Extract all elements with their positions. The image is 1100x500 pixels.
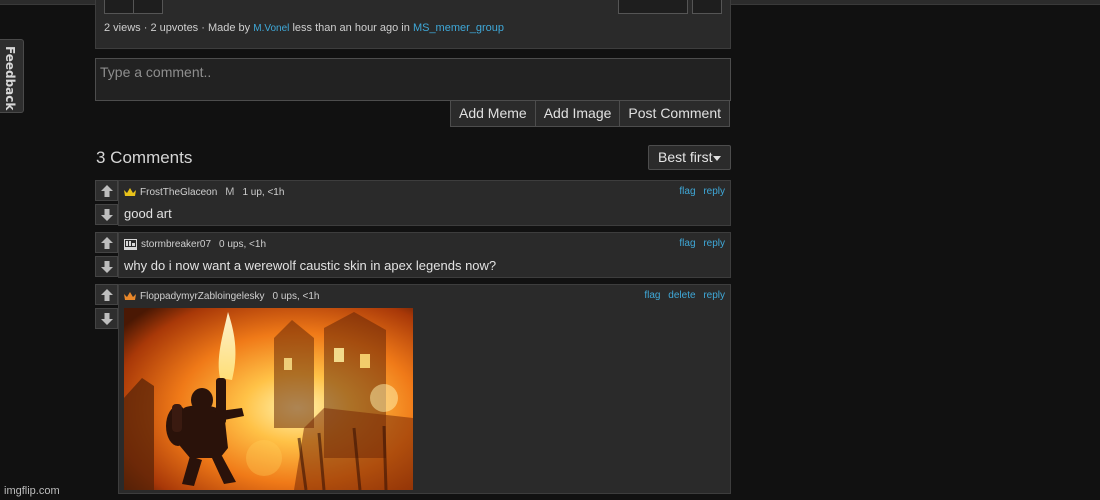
flag-badge-icon	[124, 238, 137, 250]
comment-username[interactable]: stormbreaker07	[141, 239, 211, 250]
comments-count: 3 Comments	[96, 148, 193, 167]
meme-action-button[interactable]	[104, 0, 134, 14]
comment-username[interactable]: FrostTheGlaceon	[140, 187, 217, 198]
comment-stats: 0 ups, <1h	[272, 290, 320, 302]
comment-actions: flag reply	[674, 238, 725, 249]
downvote-button[interactable]	[95, 256, 118, 277]
arrow-down-icon	[101, 313, 113, 325]
comment-action-bar: Add Meme Add Image Post Comment	[450, 100, 731, 127]
meme-meta-panel: 2 views · 2 upvotes · Made by M.Vonel le…	[95, 0, 731, 49]
crown-icon	[124, 188, 136, 196]
delete-link[interactable]: delete	[668, 290, 695, 301]
vote-controls	[95, 232, 118, 278]
feedback-label: Feedback	[3, 46, 17, 111]
comment-input[interactable]	[95, 58, 731, 101]
flag-link[interactable]: flag	[679, 186, 695, 197]
comment-text: good art	[124, 206, 172, 221]
reply-link[interactable]: reply	[703, 290, 725, 301]
arrow-up-icon	[101, 289, 113, 301]
post-comment-button[interactable]: Post Comment	[619, 100, 731, 127]
arrow-down-icon	[101, 209, 113, 221]
upvote-button[interactable]	[95, 180, 118, 201]
comment-actions: flag delete reply	[639, 290, 725, 301]
comment-item: FloppadymyrZabloingelesky 0 ups, <1h fla…	[118, 284, 731, 494]
add-meme-button[interactable]: Add Meme	[450, 100, 536, 127]
comment-item: FrostTheGlaceon M 1 up, <1h flag reply g…	[118, 180, 731, 226]
comment-actions: flag reply	[674, 186, 725, 197]
arrow-up-icon	[101, 237, 113, 249]
meme-action-button[interactable]	[692, 0, 722, 14]
comment-image[interactable]	[124, 308, 413, 490]
comment-stats: 1 up, <1h	[242, 186, 285, 198]
upvote-count: 2 upvotes	[150, 22, 199, 34]
group-link[interactable]: MS_memer_group	[413, 22, 504, 34]
crown-icon	[124, 292, 136, 300]
mod-badge: M	[225, 186, 235, 198]
vote-controls	[95, 284, 118, 330]
comment-stats: 0 ups, <1h	[219, 238, 267, 250]
caret-down-icon	[713, 156, 721, 161]
sort-dropdown[interactable]: Best first	[648, 145, 731, 170]
time-text: less than an hour ago in	[292, 22, 410, 34]
upvote-button[interactable]	[95, 284, 118, 305]
downvote-button[interactable]	[95, 204, 118, 225]
view-count: 2 views	[104, 22, 141, 34]
comment-header: FrostTheGlaceon M 1 up, <1h	[124, 186, 284, 198]
meme-action-button[interactable]	[133, 0, 163, 14]
arrow-up-icon	[101, 185, 113, 197]
meme-action-button[interactable]	[618, 0, 688, 14]
vote-controls	[95, 180, 118, 226]
reply-link[interactable]: reply	[703, 186, 725, 197]
comment-item: stormbreaker07 0 ups, <1h flag reply why…	[118, 232, 731, 278]
author-link[interactable]: M.Vonel	[253, 23, 289, 34]
meme-meta-line: 2 views · 2 upvotes · Made by M.Vonel le…	[104, 22, 505, 34]
feedback-tab[interactable]: Feedback	[0, 39, 24, 113]
comment-username[interactable]: FloppadymyrZabloingelesky	[140, 291, 265, 302]
watermark: imgflip.com	[4, 485, 60, 497]
add-image-button[interactable]: Add Image	[534, 100, 621, 127]
downvote-button[interactable]	[95, 308, 118, 329]
upvote-button[interactable]	[95, 232, 118, 253]
reply-link[interactable]: reply	[703, 238, 725, 249]
comment-text: why do i now want a werewolf caustic ski…	[124, 258, 497, 273]
flag-link[interactable]: flag	[679, 238, 695, 249]
comment-header: FloppadymyrZabloingelesky 0 ups, <1h	[124, 290, 320, 302]
comment-header: stormbreaker07 0 ups, <1h	[124, 238, 266, 250]
flag-link[interactable]: flag	[644, 290, 660, 301]
pyro-burning-building-image	[124, 308, 413, 490]
sort-label: Best first	[658, 149, 713, 165]
arrow-down-icon	[101, 261, 113, 273]
made-by-label: Made by	[207, 22, 251, 34]
